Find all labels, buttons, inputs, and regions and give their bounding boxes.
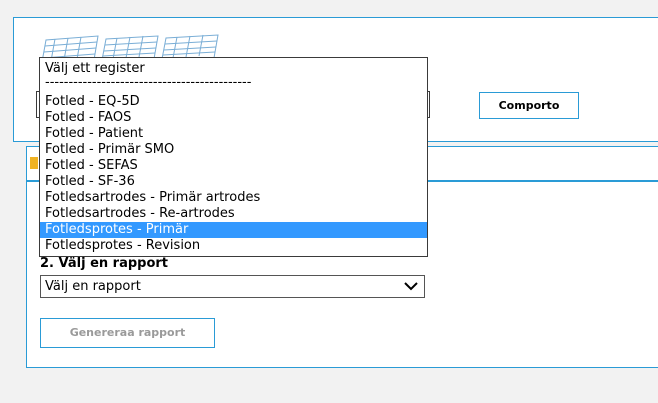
generate-report-button[interactable]: Genereraa rapport: [40, 318, 215, 348]
dropdown-option[interactable]: Fotled - SEFAS: [40, 158, 427, 174]
dropdown-placeholder[interactable]: Välj ett register: [40, 61, 427, 77]
dropdown-option[interactable]: Fotled - Primär SMO: [40, 142, 427, 158]
dropdown-separator: ----------------------------------------…: [45, 77, 252, 89]
chevron-down-icon: [404, 282, 418, 291]
dropdown-option[interactable]: Fotled - FAOS: [40, 110, 427, 126]
report-select[interactable]: Välj en rapport: [40, 275, 425, 298]
report-select-value: Välj en rapport: [45, 279, 141, 294]
tab-marker-icon: [30, 157, 38, 169]
report-section-label: 2. Välj en rapport: [40, 256, 169, 271]
top-strip: [0, 0, 658, 10]
dropdown-option[interactable]: Fotledsartrodes - Primär artrodes: [40, 190, 427, 206]
dropdown-option[interactable]: Fotled - Patient: [40, 126, 427, 142]
register-dropdown-list[interactable]: Välj ett register ----------------------…: [39, 57, 428, 257]
comporto-button[interactable]: Comporto: [479, 92, 579, 119]
dropdown-option[interactable]: Fotledsartrodes - Re-artrodes: [40, 206, 427, 222]
dropdown-option[interactable]: Fotled - EQ-5D: [40, 94, 427, 110]
dropdown-option[interactable]: Fotledsprotes - Revision: [40, 238, 427, 254]
dropdown-option[interactable]: Fotled - SF-36: [40, 174, 427, 190]
dropdown-option-selected[interactable]: Fotledsprotes - Primär: [40, 222, 427, 238]
